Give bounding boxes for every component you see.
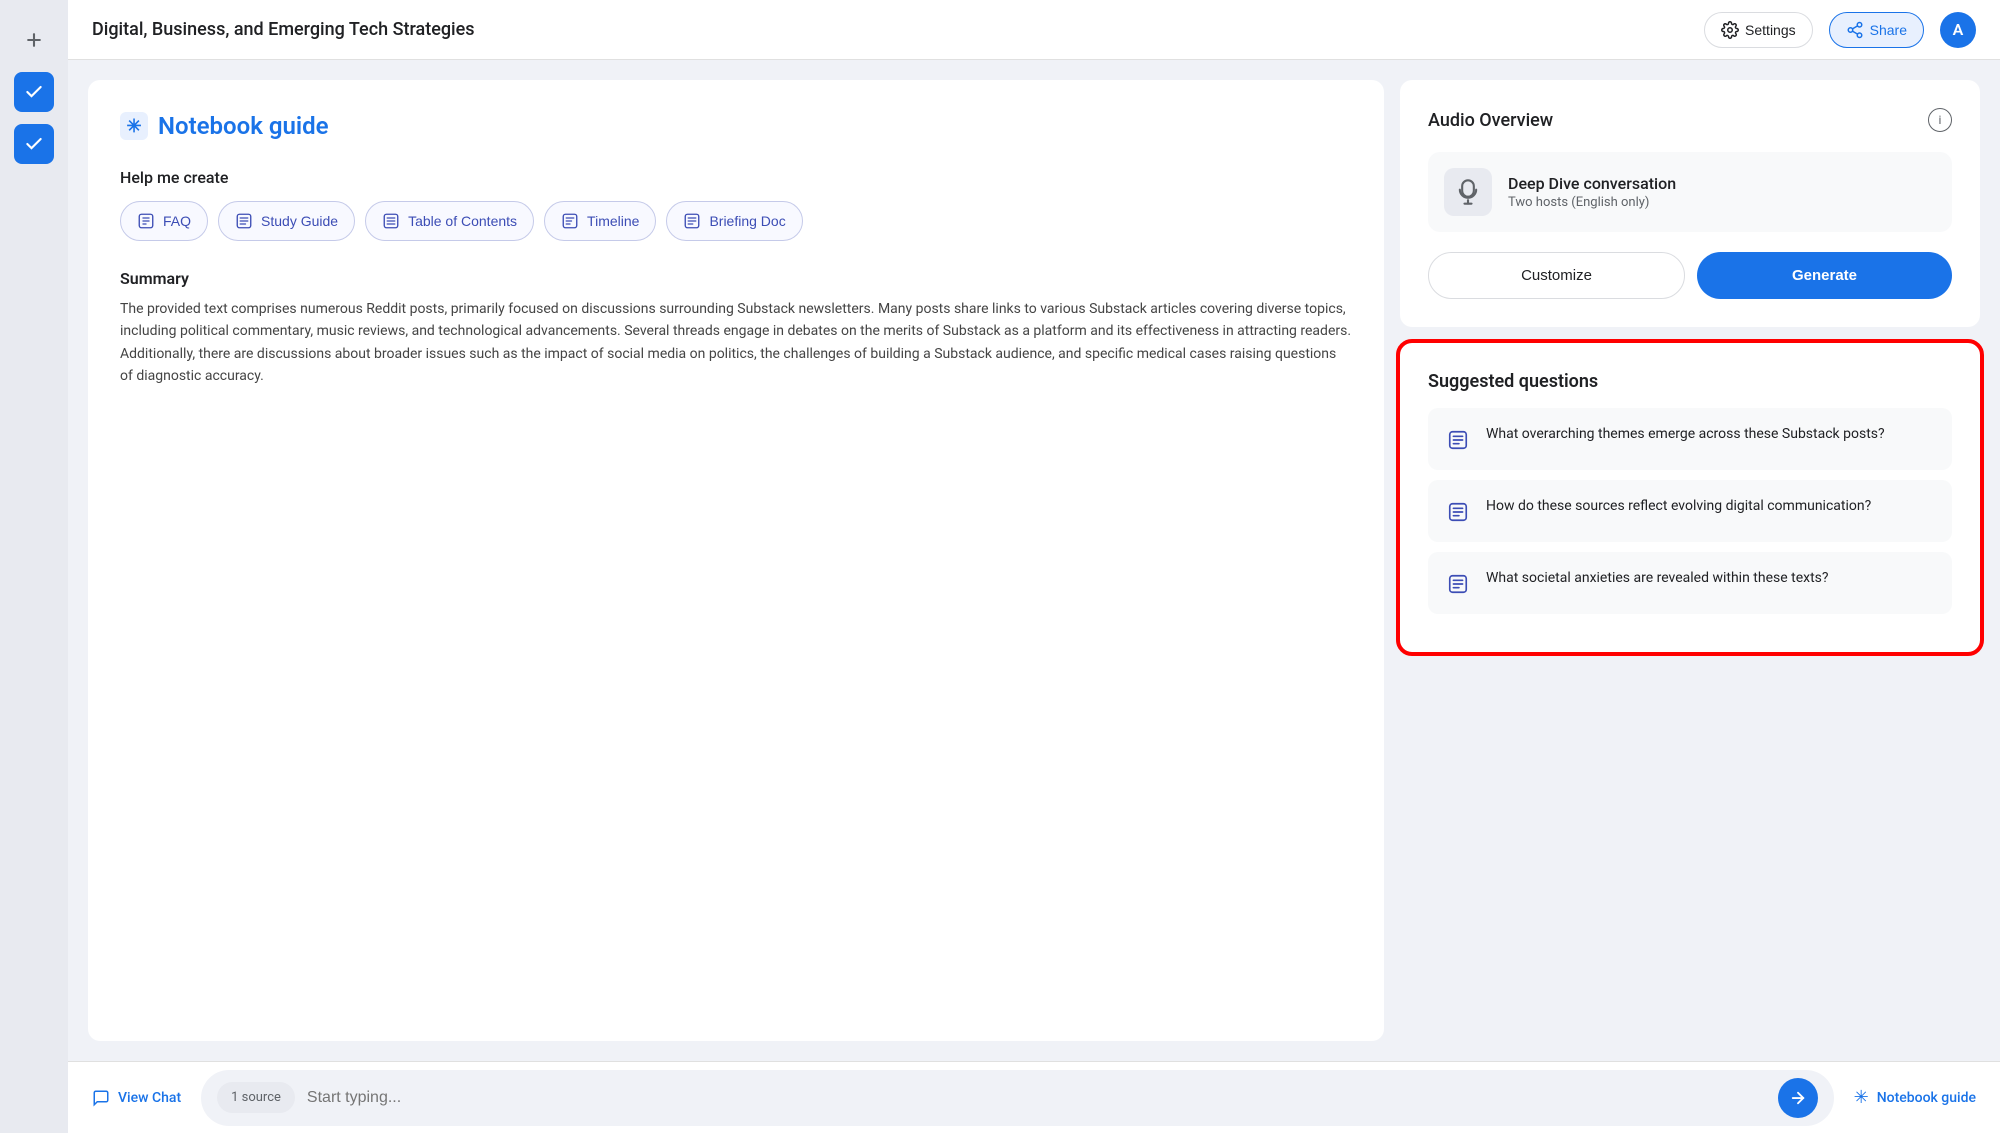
audio-actions: Customize Generate — [1428, 252, 1952, 299]
summary-text: The provided text comprises numerous Red… — [120, 298, 1352, 388]
info-icon[interactable]: i — [1928, 108, 1952, 132]
question-icon-1 — [1444, 426, 1472, 454]
view-chat-label: View Chat — [118, 1090, 181, 1106]
notebook-guide-link-label: Notebook guide — [1877, 1090, 1976, 1106]
faq-label: FAQ — [163, 213, 191, 229]
share-button[interactable]: Share — [1829, 12, 1924, 48]
guide-panel: ✳ Notebook guide Help me create FA — [88, 80, 1384, 1041]
share-label: Share — [1870, 22, 1907, 38]
audio-card: Audio Overview i Deep Dive conversation — [1400, 80, 1980, 327]
settings-label: Settings — [1745, 22, 1796, 38]
right-panel: Audio Overview i Deep Dive conversation — [1400, 80, 1980, 1041]
header-title: Digital, Business, and Emerging Tech Str… — [92, 19, 1688, 40]
send-button[interactable] — [1778, 1078, 1818, 1118]
create-buttons: FAQ Study Guide — [120, 201, 1352, 241]
question-item-3[interactable]: What societal anxieties are revealed wit… — [1428, 552, 1952, 614]
notebook-guide-link[interactable]: ✳ Notebook guide — [1854, 1087, 1976, 1108]
view-chat-button[interactable]: View Chat — [92, 1089, 181, 1107]
briefing-doc-label: Briefing Doc — [709, 213, 785, 229]
chat-input[interactable] — [307, 1089, 1766, 1107]
briefing-doc-button[interactable]: Briefing Doc — [666, 201, 802, 241]
deep-dive-name: Deep Dive conversation — [1508, 174, 1936, 193]
guide-header: ✳ Notebook guide — [120, 112, 1352, 140]
customize-button[interactable]: Customize — [1428, 252, 1685, 299]
bottom-bar: View Chat 1 source ✳ Notebook guide — [68, 1061, 2000, 1133]
main-wrapper: Digital, Business, and Emerging Tech Str… — [68, 0, 2000, 1133]
sidebar-add-icon[interactable] — [14, 20, 54, 60]
sidebar-check-icon-1[interactable] — [14, 72, 54, 112]
deep-dive-info: Deep Dive conversation Two hosts (Englis… — [1508, 174, 1936, 210]
table-of-contents-label: Table of Contents — [408, 213, 517, 229]
audio-title: Audio Overview — [1428, 110, 1553, 131]
table-of-contents-button[interactable]: Table of Contents — [365, 201, 534, 241]
sidebar — [0, 0, 68, 1133]
input-area: 1 source — [201, 1070, 1834, 1126]
source-badge: 1 source — [217, 1082, 295, 1113]
generate-button[interactable]: Generate — [1697, 252, 1952, 299]
deep-dive-row: Deep Dive conversation Two hosts (Englis… — [1428, 152, 1952, 232]
help-create-section: Help me create FAQ — [120, 168, 1352, 241]
audio-header: Audio Overview i — [1428, 108, 1952, 132]
content-area: ✳ Notebook guide Help me create FA — [68, 60, 2000, 1061]
user-avatar[interactable]: A — [1940, 12, 1976, 48]
notebook-icon-btn: ✳ — [120, 112, 148, 140]
guide-title: Notebook guide — [158, 112, 329, 140]
question-text-1: What overarching themes emerge across th… — [1486, 424, 1885, 445]
settings-button[interactable]: Settings — [1704, 12, 1813, 48]
suggested-title: Suggested questions — [1428, 371, 1952, 392]
question-item-2[interactable]: How do these sources reflect evolving di… — [1428, 480, 1952, 542]
question-icon-3 — [1444, 570, 1472, 598]
suggested-questions-card: Suggested questions What overarching the… — [1400, 343, 1980, 652]
question-text-3: What societal anxieties are revealed wit… — [1486, 568, 1829, 589]
summary-title: Summary — [120, 269, 1352, 288]
study-guide-button[interactable]: Study Guide — [218, 201, 355, 241]
deep-dive-sub: Two hosts (English only) — [1508, 195, 1936, 210]
study-guide-label: Study Guide — [261, 213, 338, 229]
question-text-2: How do these sources reflect evolving di… — [1486, 496, 1871, 517]
header: Digital, Business, and Emerging Tech Str… — [68, 0, 2000, 60]
question-item-1[interactable]: What overarching themes emerge across th… — [1428, 408, 1952, 470]
timeline-button[interactable]: Timeline — [544, 201, 656, 241]
sidebar-check-icon-2[interactable] — [14, 124, 54, 164]
faq-button[interactable]: FAQ — [120, 201, 208, 241]
help-create-label: Help me create — [120, 168, 1352, 187]
question-icon-2 — [1444, 498, 1472, 526]
podcast-icon — [1444, 168, 1492, 216]
timeline-label: Timeline — [587, 213, 639, 229]
summary-section: Summary The provided text comprises nume… — [120, 269, 1352, 388]
